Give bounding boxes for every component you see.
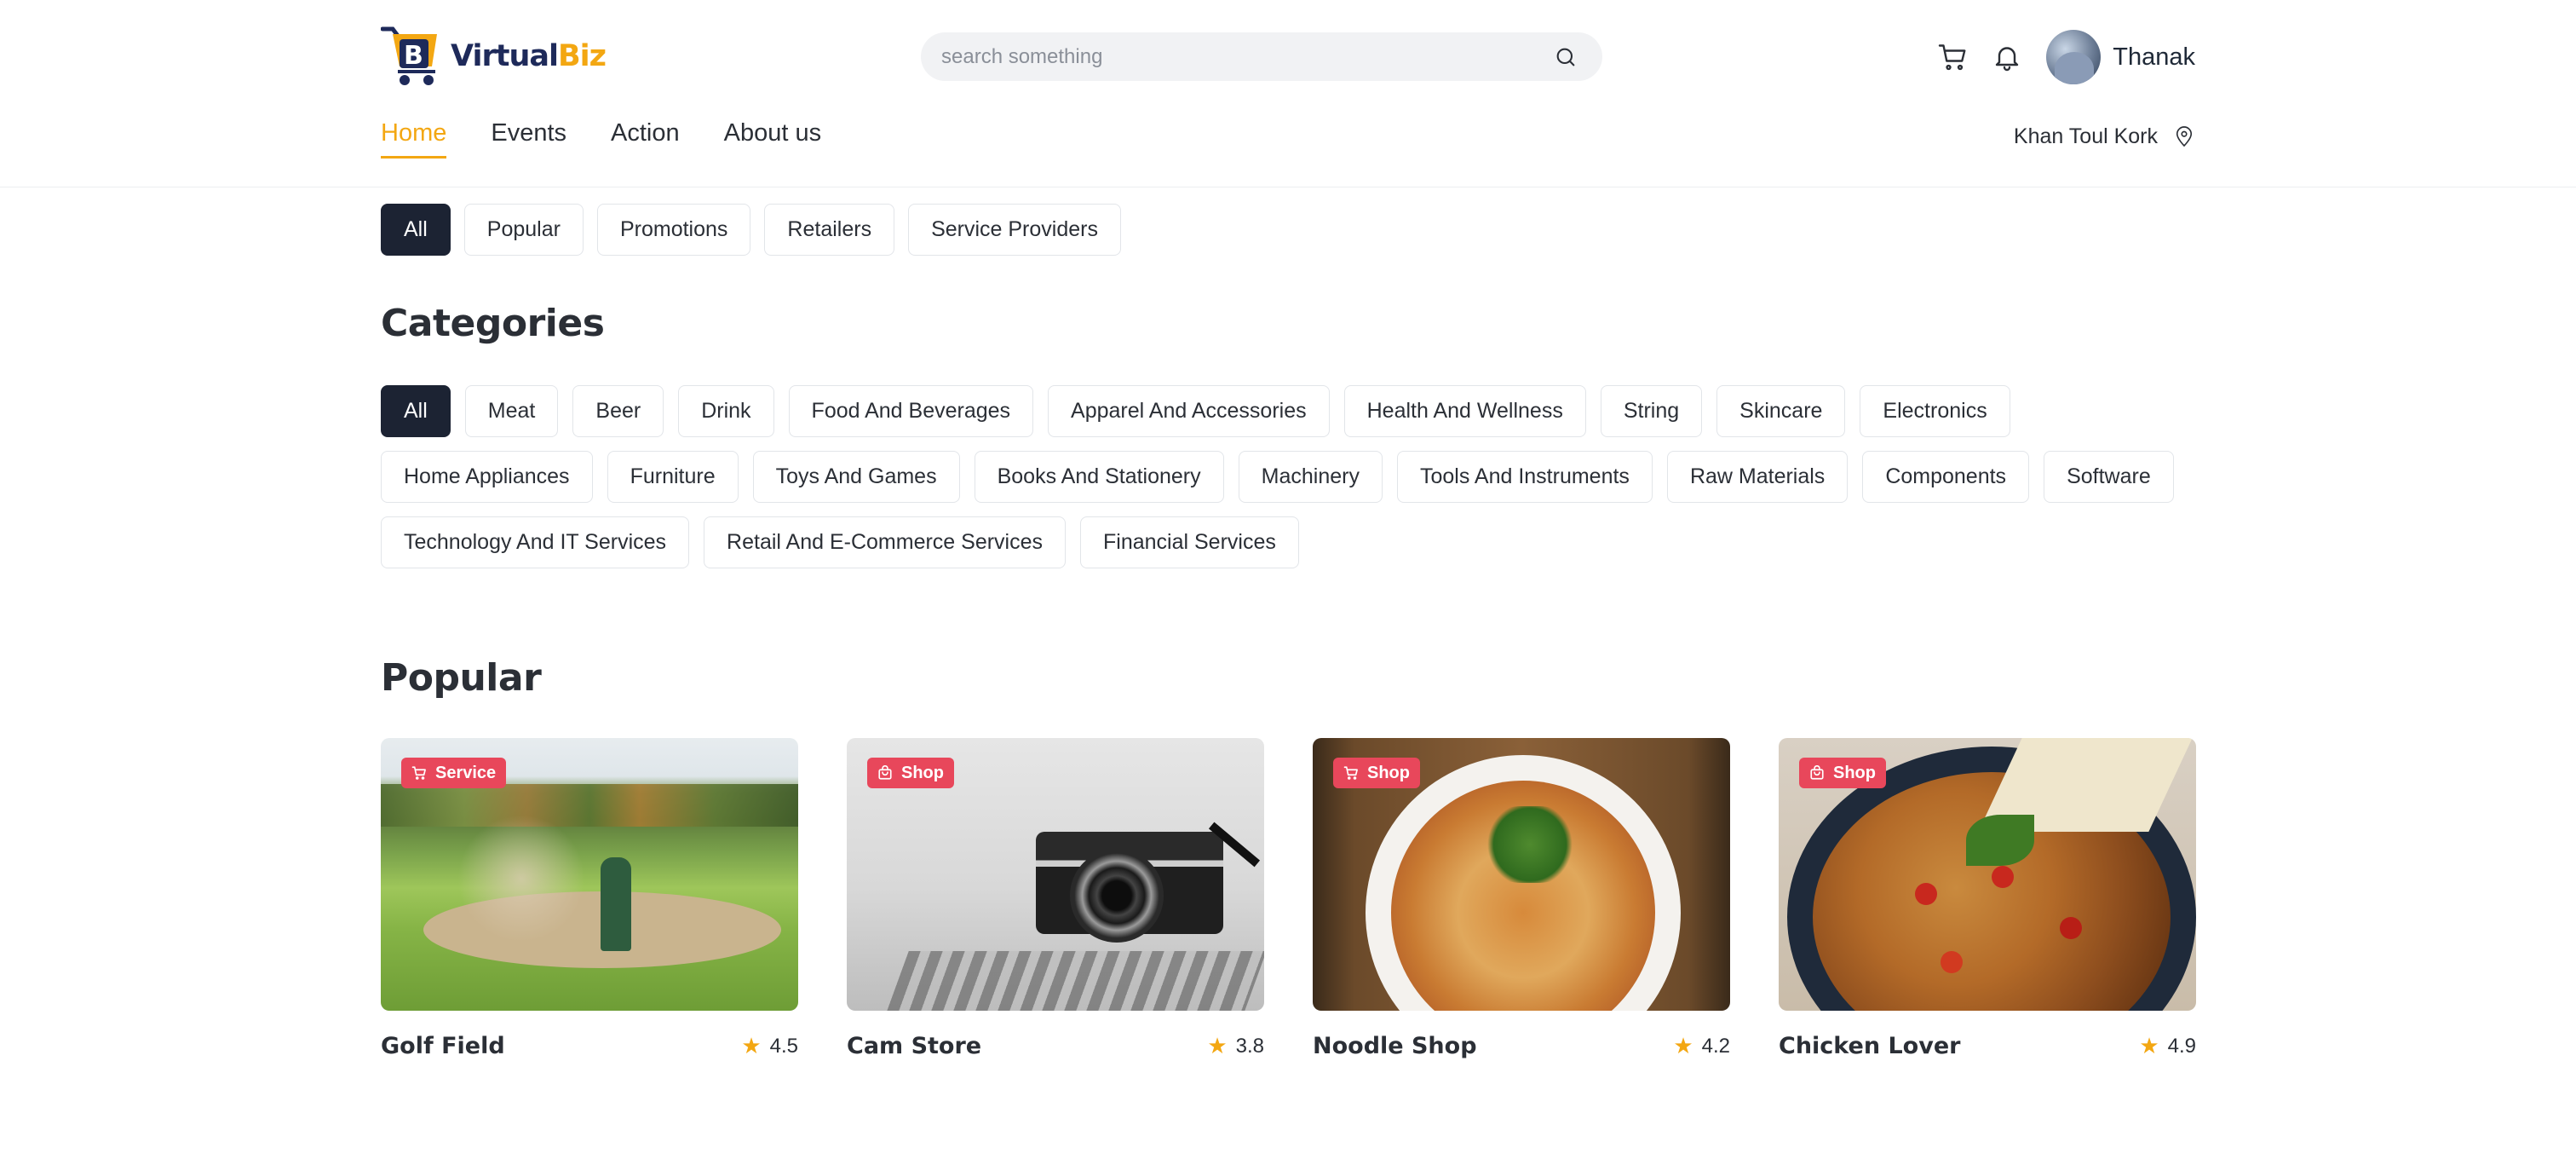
business-card[interactable]: Shop Chicken Lover ★ 4.9	[1779, 738, 2196, 1059]
card-title[interactable]: Cam Store	[847, 1033, 981, 1059]
logo[interactable]: B VirtualBiz	[380, 24, 607, 89]
shopping-bag-icon	[877, 764, 894, 781]
nav-home[interactable]: Home	[381, 119, 447, 159]
filter-popular[interactable]: Popular	[463, 204, 584, 256]
business-card[interactable]: Shop Cam Store ★ 3.8	[847, 738, 1264, 1059]
badge-label: Service	[435, 763, 497, 782]
category-chip[interactable]: All	[381, 385, 451, 437]
star-icon: ★	[1207, 1033, 1228, 1058]
badge-label: Shop	[1367, 763, 1410, 782]
rating-value: 4.5	[769, 1034, 798, 1058]
category-chip[interactable]: Software	[2044, 451, 2174, 503]
business-card[interactable]: Service Golf Field ★ 4.5	[381, 738, 798, 1059]
category-chip[interactable]: Tools And Instruments	[1396, 451, 1653, 503]
shopping-bag-icon	[1809, 764, 1826, 781]
category-chip[interactable]: Toys And Games	[752, 451, 960, 503]
card-image[interactable]: Shop	[1313, 738, 1730, 1011]
categories-title: Categories	[381, 302, 605, 345]
category-chip[interactable]: Financial Services	[1080, 516, 1299, 568]
nav-events[interactable]: Events	[491, 119, 566, 159]
card-title[interactable]: Noodle Shop	[1313, 1033, 1477, 1059]
card-image[interactable]: Service	[381, 738, 798, 1011]
category-chip[interactable]: Electronics	[1860, 385, 2010, 437]
category-chip[interactable]: Apparel And Accessories	[1048, 385, 1330, 437]
card-footer: Chicken Lover ★ 4.9	[1779, 1033, 2196, 1059]
svg-text:B: B	[404, 41, 423, 71]
location-label: Khan Toul Kork	[2013, 124, 2158, 148]
category-chips: All Meat Beer Drink Food And Beverages A…	[381, 385, 2204, 582]
category-chip[interactable]: Food And Beverages	[788, 385, 1034, 437]
badge-label: Shop	[1833, 763, 1876, 782]
rating: ★ 3.8	[1207, 1033, 1264, 1059]
card-title[interactable]: Golf Field	[381, 1033, 505, 1059]
category-chip[interactable]: Drink	[678, 385, 774, 437]
rating: ★ 4.5	[741, 1033, 798, 1059]
category-chip[interactable]: String	[1600, 385, 1703, 437]
rating-value: 4.2	[1701, 1034, 1730, 1058]
star-icon: ★	[2139, 1033, 2159, 1058]
star-icon: ★	[1673, 1033, 1693, 1058]
category-badge: Shop	[1333, 758, 1420, 788]
category-chip[interactable]: Technology And IT Services	[381, 516, 690, 568]
logo-text: VirtualBiz	[451, 39, 607, 73]
filter-service-providers[interactable]: Service Providers	[908, 204, 1121, 256]
card-footer: Cam Store ★ 3.8	[847, 1033, 1264, 1059]
search-icon[interactable]	[1551, 43, 1580, 72]
filter-all[interactable]: All	[381, 204, 451, 256]
category-chip[interactable]: Machinery	[1238, 451, 1383, 503]
card-image[interactable]: Shop	[847, 738, 1264, 1011]
card-title[interactable]: Chicken Lover	[1779, 1033, 1960, 1059]
bell-icon[interactable]	[1988, 38, 2026, 76]
category-chip[interactable]: Retail And E-Commerce Services	[704, 516, 1067, 568]
popular-title: Popular	[381, 656, 542, 700]
popular-cards: Service Golf Field ★ 4.5 Shop Cam Store ★…	[381, 738, 2196, 1059]
category-chip[interactable]: Meat	[464, 385, 559, 437]
cart-badge-icon	[411, 764, 428, 781]
category-chip[interactable]: Components	[1862, 451, 2030, 503]
category-chip[interactable]: Beer	[572, 385, 664, 437]
filter-tabs: All Popular Promotions Retailers Service…	[381, 204, 1135, 269]
category-chip[interactable]: Home Appliances	[381, 451, 593, 503]
rating-value: 3.8	[1235, 1034, 1264, 1058]
rating: ★ 4.9	[2139, 1033, 2196, 1059]
header-actions: Thanak	[1934, 27, 2195, 87]
avatar[interactable]	[2046, 30, 2102, 84]
category-chip[interactable]: Health And Wellness	[1343, 385, 1586, 437]
location-selector[interactable]: Khan Toul Kork	[2014, 124, 2195, 149]
category-chip[interactable]: Books And Stationery	[974, 451, 1224, 503]
search-input[interactable]	[941, 44, 1551, 69]
logo-text-part1: Virtual	[451, 39, 559, 73]
category-badge: Service	[401, 758, 507, 788]
rating: ★ 4.2	[1673, 1033, 1730, 1059]
nav-about-us[interactable]: About us	[724, 119, 821, 159]
cart-logo-icon: B	[380, 24, 449, 89]
filter-retailers[interactable]: Retailers	[764, 204, 895, 256]
cart-icon[interactable]	[1934, 38, 1971, 76]
category-badge: Shop	[867, 758, 954, 788]
category-chip[interactable]: Skincare	[1716, 385, 1846, 437]
rating-value: 4.9	[2167, 1034, 2196, 1058]
filter-promotions[interactable]: Promotions	[596, 204, 751, 256]
card-footer: Golf Field ★ 4.5	[381, 1033, 798, 1059]
cart-badge-icon	[1343, 764, 1360, 781]
card-footer: Noodle Shop ★ 4.2	[1313, 1033, 1730, 1059]
badge-label: Shop	[901, 763, 944, 782]
category-badge: Shop	[1799, 758, 1886, 788]
map-pin-icon	[2173, 124, 2195, 149]
star-icon: ★	[741, 1033, 762, 1058]
user-name[interactable]: Thanak	[2113, 43, 2195, 72]
category-chip[interactable]: Raw Materials	[1666, 451, 1849, 503]
card-image[interactable]: Shop	[1779, 738, 2196, 1011]
search-bar	[921, 32, 1602, 81]
category-chip[interactable]: Furniture	[607, 451, 739, 503]
nav-action[interactable]: Action	[611, 119, 680, 159]
logo-text-part2: Biz	[558, 39, 607, 73]
main-nav: Home Events Action About us	[381, 119, 865, 159]
business-card[interactable]: Shop Noodle Shop ★ 4.2	[1313, 738, 1730, 1059]
